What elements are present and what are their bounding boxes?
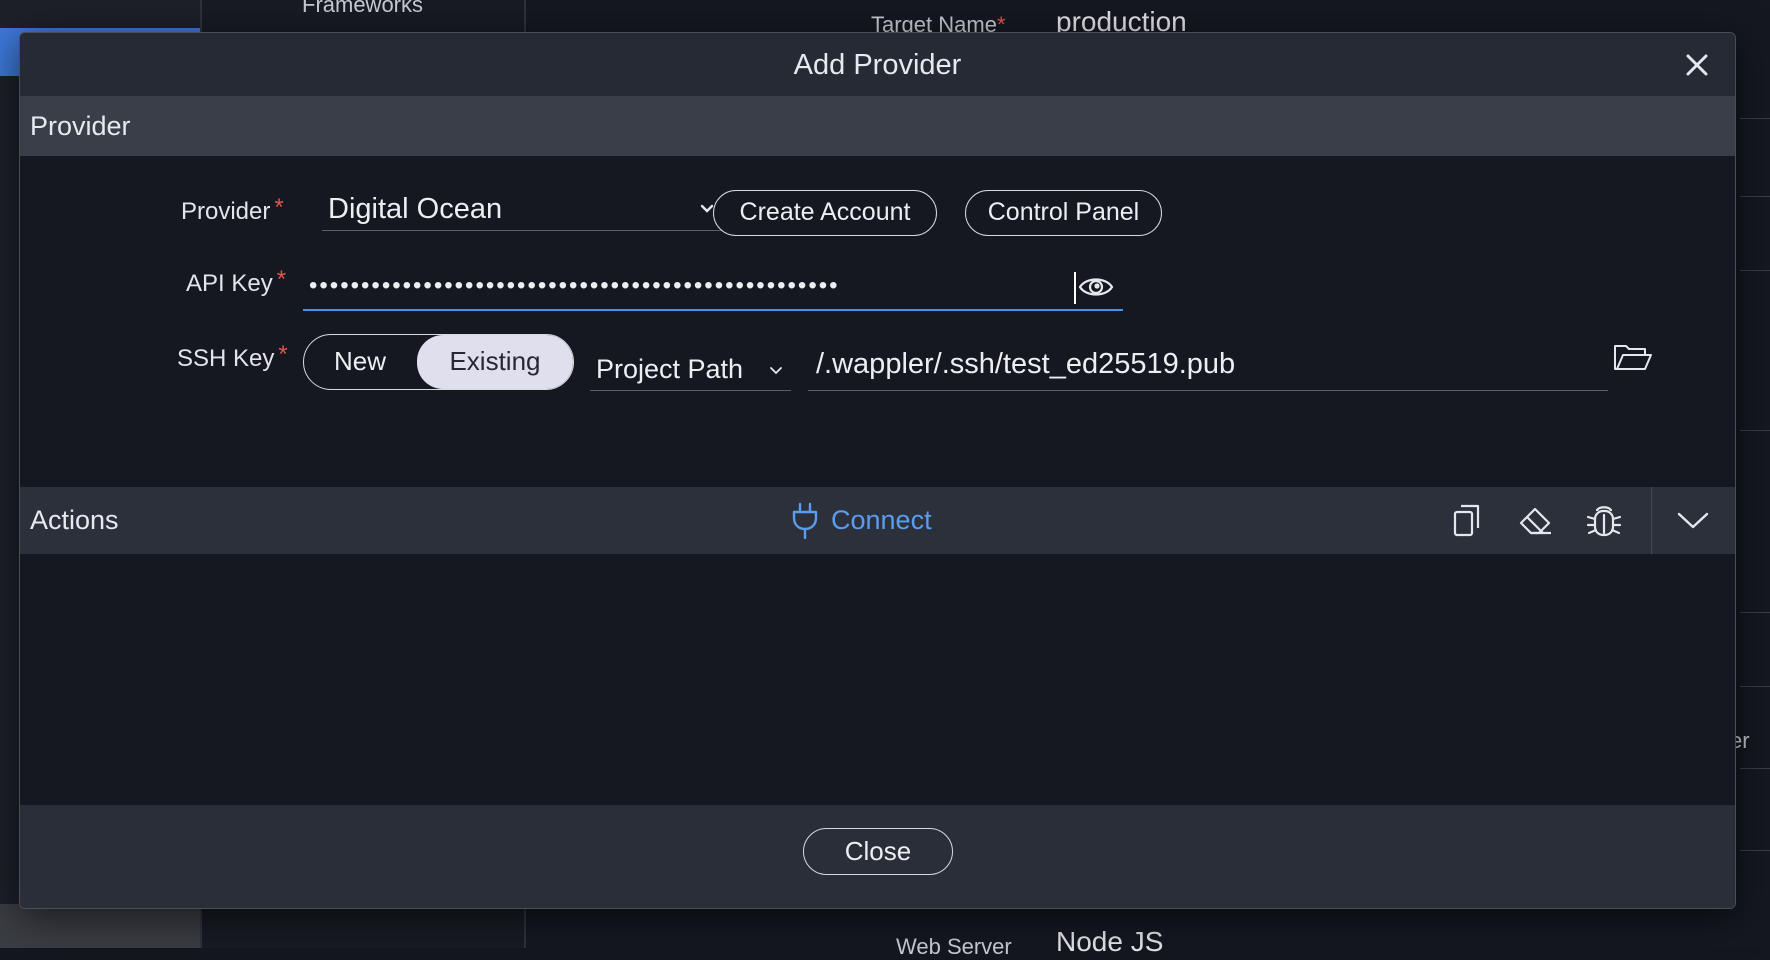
dialog-header: Add Provider xyxy=(20,33,1735,97)
background-sidebar-footer xyxy=(0,904,200,948)
provider-select-value: Digital Ocean xyxy=(328,193,503,225)
background-row-divider xyxy=(1740,612,1770,613)
path-type-value: Project Path xyxy=(596,354,744,384)
toolbar-separator xyxy=(1651,487,1652,554)
api-key-input[interactable]: ••••••••••••••••••••••••••••••••••••••••… xyxy=(303,266,1123,311)
dialog-footer: Close xyxy=(20,805,1735,908)
dialog-title: Add Provider xyxy=(793,49,962,81)
eye-icon[interactable] xyxy=(1077,272,1115,302)
ssh-toggle-existing[interactable]: Existing xyxy=(417,335,573,389)
background-row-divider xyxy=(1740,768,1770,769)
ssh-key-toggle: New Existing xyxy=(303,334,574,390)
background-row-divider xyxy=(1740,196,1770,197)
ssh-key-label: SSH Key * xyxy=(177,341,288,372)
actions-output-area xyxy=(20,554,1735,805)
close-icon[interactable] xyxy=(1681,49,1713,81)
background-row-divider xyxy=(1740,430,1770,431)
plug-icon xyxy=(792,502,818,540)
actions-section-title: Actions xyxy=(30,505,119,535)
chevron-down-icon xyxy=(770,367,782,375)
actions-section-header: Actions Connect xyxy=(20,487,1735,554)
provider-section-title: Provider xyxy=(30,111,131,141)
api-key-masked-value: ••••••••••••••••••••••••••••••••••••••••… xyxy=(309,272,840,299)
copy-icon[interactable] xyxy=(1448,501,1486,539)
close-button[interactable]: Close xyxy=(803,828,953,875)
add-provider-dialog: Add Provider Provider Provider * Digital … xyxy=(19,32,1736,909)
bug-icon[interactable] xyxy=(1585,501,1623,539)
connect-button[interactable]: Connect xyxy=(792,487,932,554)
chevron-down-icon[interactable] xyxy=(1674,501,1712,539)
path-type-select[interactable]: Project Path xyxy=(590,349,791,391)
folder-open-icon[interactable] xyxy=(1612,341,1654,375)
eraser-icon[interactable] xyxy=(1516,501,1554,539)
background-row-divider xyxy=(1740,686,1770,687)
background-frameworks-label[interactable]: Frameworks xyxy=(302,0,423,18)
background-web-server-label: Web Server xyxy=(896,934,1012,959)
background-row-divider xyxy=(1740,118,1770,119)
provider-section-header: Provider xyxy=(20,97,1735,156)
ssh-toggle-new[interactable]: New xyxy=(304,335,416,389)
background-web-server-value[interactable]: Node JS xyxy=(1056,926,1163,958)
api-key-label: API Key * xyxy=(186,266,287,297)
text-caret xyxy=(1074,272,1076,304)
connect-label: Connect xyxy=(831,505,932,535)
provider-label: Provider * xyxy=(181,194,284,225)
control-panel-button[interactable]: Control Panel xyxy=(965,190,1162,236)
background-row-divider xyxy=(1740,270,1770,271)
key-path-input[interactable]: /.wappler/.ssh/test_ed25519.pub xyxy=(808,341,1608,391)
create-account-button[interactable]: Create Account xyxy=(713,190,937,236)
provider-select[interactable]: Digital Ocean xyxy=(322,189,722,231)
background-row-divider xyxy=(1740,850,1770,851)
